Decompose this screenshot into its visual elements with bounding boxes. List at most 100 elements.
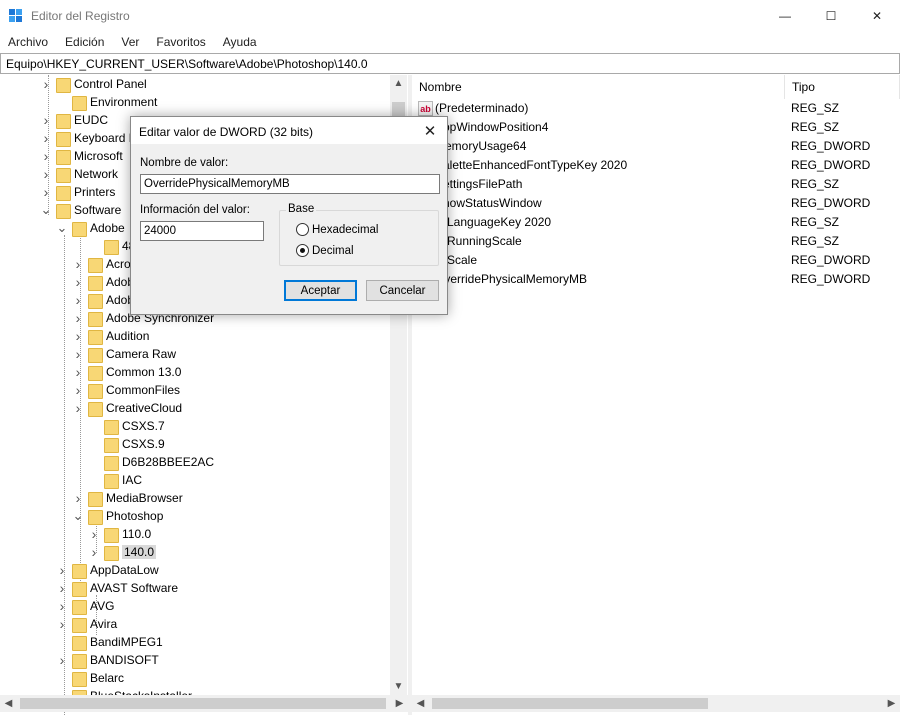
menu-edicion[interactable]: Edición bbox=[57, 32, 104, 52]
tree-item[interactable]: › Camera Raw bbox=[72, 345, 176, 363]
tree-item[interactable]: › Audition bbox=[72, 327, 149, 345]
chevron-right-icon[interactable]: › bbox=[72, 291, 84, 309]
chevron-right-icon[interactable]: › bbox=[40, 129, 52, 147]
value-list[interactable]: Nombre Tipo ab(Predeterminado) REG_SZabAp… bbox=[412, 75, 900, 715]
tree-item[interactable]: › BANDISOFT bbox=[56, 651, 159, 669]
tree-item[interactable]: BandiMPEG1 bbox=[56, 633, 163, 651]
tree-item[interactable]: › Avira bbox=[56, 615, 117, 633]
radio-hexadecimal[interactable]: Hexadecimal bbox=[296, 223, 378, 236]
chevron-right-icon[interactable]: › bbox=[40, 75, 52, 93]
tree-item[interactable]: Belarc bbox=[56, 669, 124, 687]
chevron-right-icon[interactable]: › bbox=[72, 309, 84, 327]
tree-item[interactable]: › MediaBrowser bbox=[72, 489, 183, 507]
chevron-right-icon[interactable]: › bbox=[72, 489, 84, 507]
list-item[interactable]: ab (Predeterminado) REG_SZ bbox=[412, 99, 900, 118]
tree-item[interactable]: ⌄ Software bbox=[40, 201, 121, 219]
chevron-right-icon[interactable]: › bbox=[56, 579, 68, 597]
tree-item[interactable]: › 110.0 bbox=[88, 525, 151, 543]
list-item[interactable]: abUIRunningScaleREG_SZ bbox=[412, 232, 900, 251]
list-item[interactable]: 01PaletteEnhancedFontTypeKey 2020REG_DWO… bbox=[412, 156, 900, 175]
chevron-right-icon[interactable]: › bbox=[72, 363, 84, 381]
tree-item[interactable]: › CommonFiles bbox=[72, 381, 180, 399]
scroll-thumb[interactable] bbox=[432, 698, 708, 709]
chevron-right-icon[interactable]: › bbox=[72, 273, 84, 291]
menu-ver[interactable]: Ver bbox=[113, 32, 139, 52]
cancel-button[interactable]: Cancelar bbox=[366, 280, 439, 301]
chevron-right-icon[interactable]: › bbox=[56, 561, 68, 579]
value-name: MemoryUsage64 bbox=[435, 139, 527, 153]
chevron-down-icon[interactable]: ⌄ bbox=[40, 201, 52, 219]
tree-item[interactable]: ⌄ Photoshop bbox=[72, 507, 163, 525]
scroll-right-arrow-icon[interactable]: ▶ bbox=[391, 695, 408, 712]
chevron-right-icon[interactable]: › bbox=[72, 399, 84, 417]
close-button[interactable]: ✕ bbox=[854, 0, 900, 32]
scroll-right-arrow-icon[interactable]: ▶ bbox=[883, 695, 900, 712]
dialog-close-icon[interactable]: ✕ bbox=[417, 119, 443, 143]
list-horizontal-scrollbar[interactable]: ◀ ▶ bbox=[412, 695, 900, 712]
folder-icon bbox=[56, 167, 71, 183]
tree-item[interactable]: ⌄ Adobe bbox=[56, 219, 125, 237]
minimize-button[interactable]: — bbox=[762, 0, 808, 32]
chevron-right-icon[interactable]: › bbox=[56, 651, 68, 669]
address-bar[interactable]: Equipo\HKEY_CURRENT_USER\Software\Adobe\… bbox=[0, 53, 900, 74]
scroll-up-arrow-icon[interactable]: ▲ bbox=[390, 75, 407, 92]
value-data-field[interactable]: 24000 bbox=[140, 221, 264, 241]
column-header-name[interactable]: Nombre bbox=[412, 75, 785, 99]
tree-item[interactable]: › 140.0 bbox=[88, 543, 157, 561]
tree-item[interactable]: › Network bbox=[40, 165, 118, 183]
chevron-down-icon[interactable]: ⌄ bbox=[56, 219, 68, 237]
tree-item[interactable]: › AVG bbox=[56, 597, 114, 615]
tree-item-label: Photoshop bbox=[106, 509, 164, 523]
tree-item[interactable]: CSXS.7 bbox=[88, 417, 165, 435]
list-item[interactable]: abUILanguageKey 2020REG_SZ bbox=[412, 213, 900, 232]
tree-item[interactable]: › Printers bbox=[40, 183, 115, 201]
menu-favoritos[interactable]: Favoritos bbox=[148, 32, 205, 52]
menu-archivo[interactable]: Archivo bbox=[0, 32, 48, 52]
list-item[interactable]: 01UIScaleREG_DWORD bbox=[412, 251, 900, 270]
tree-item[interactable]: CSXS.9 bbox=[88, 435, 165, 453]
tree-horizontal-scrollbar[interactable]: ◀ ▶ bbox=[0, 695, 408, 712]
list-item[interactable]: abAppWindowPosition4REG_SZ bbox=[412, 118, 900, 137]
scroll-left-arrow-icon[interactable]: ◀ bbox=[0, 695, 17, 712]
ok-button[interactable]: Aceptar bbox=[284, 280, 357, 301]
radio-decimal[interactable]: Decimal bbox=[296, 244, 354, 257]
tree-item[interactable]: D6B28BBEE2AC bbox=[88, 453, 214, 471]
value-name-field[interactable]: OverridePhysicalMemoryMB bbox=[140, 174, 440, 194]
list-item[interactable]: 01OverridePhysicalMemoryMBREG_DWORD bbox=[412, 270, 900, 289]
chevron-right-icon[interactable]: › bbox=[88, 543, 100, 561]
tree-item[interactable]: › CreativeCloud bbox=[72, 399, 182, 417]
column-header-type[interactable]: Tipo bbox=[785, 75, 900, 99]
chevron-right-icon[interactable]: › bbox=[88, 525, 100, 543]
chevron-right-icon[interactable]: › bbox=[56, 615, 68, 633]
menu-ayuda[interactable]: Ayuda bbox=[215, 32, 257, 52]
chevron-right-icon[interactable]: › bbox=[72, 255, 84, 273]
tree-item[interactable]: › AppDataLow bbox=[56, 561, 159, 579]
list-item[interactable]: 01MemoryUsage64REG_DWORD bbox=[412, 137, 900, 156]
scroll-thumb[interactable] bbox=[20, 698, 386, 709]
list-item[interactable]: abSettingsFilePathREG_SZ bbox=[412, 175, 900, 194]
tree-item[interactable]: Environment bbox=[56, 93, 157, 111]
tree-item[interactable]: › AVAST Software bbox=[56, 579, 178, 597]
chevron-right-icon[interactable]: › bbox=[56, 597, 68, 615]
tree-item[interactable]: › Microsoft bbox=[40, 147, 123, 165]
chevron-right-icon[interactable]: › bbox=[40, 165, 52, 183]
list-item[interactable]: 01ShowStatusWindowREG_DWORD bbox=[412, 194, 900, 213]
chevron-right-icon[interactable]: › bbox=[40, 147, 52, 165]
maximize-button[interactable]: ☐ bbox=[808, 0, 854, 32]
folder-icon bbox=[72, 563, 87, 579]
chevron-right-icon[interactable]: › bbox=[40, 183, 52, 201]
chevron-right-icon[interactable]: › bbox=[72, 345, 84, 363]
chevron-right-icon[interactable]: › bbox=[72, 327, 84, 345]
tree-item[interactable]: › Common 13.0 bbox=[72, 363, 181, 381]
chevron-right-icon[interactable]: › bbox=[40, 111, 52, 129]
tree-item-label: CommonFiles bbox=[106, 383, 181, 397]
tree-item[interactable]: › EUDC bbox=[40, 111, 108, 129]
chevron-down-icon[interactable]: ⌄ bbox=[72, 507, 84, 525]
tree-item[interactable]: › Control Panel bbox=[40, 75, 147, 93]
scroll-down-arrow-icon[interactable]: ▼ bbox=[390, 678, 407, 695]
tree-item[interactable]: IAC bbox=[88, 471, 142, 489]
value-type: REG_SZ bbox=[791, 101, 840, 115]
scroll-left-arrow-icon[interactable]: ◀ bbox=[412, 695, 429, 712]
chevron-right-icon[interactable]: › bbox=[72, 381, 84, 399]
